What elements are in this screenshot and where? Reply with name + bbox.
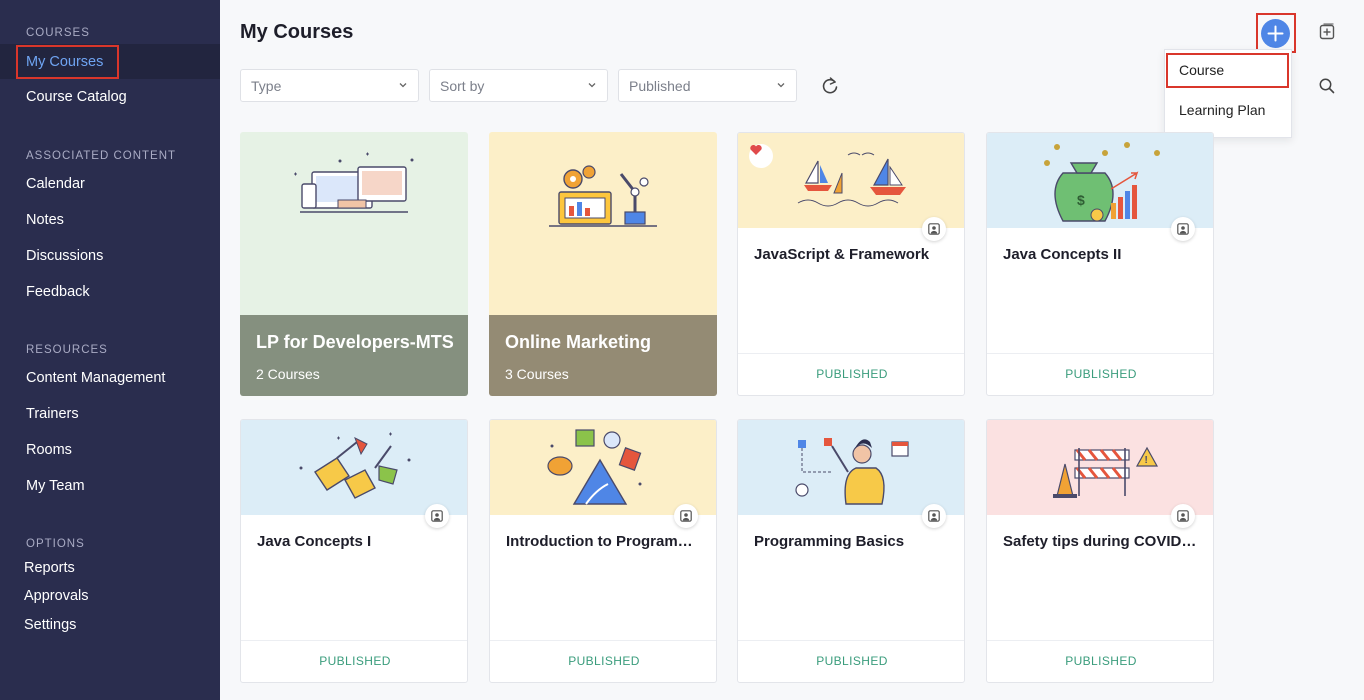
sort-filter-label: Sort by [440, 78, 485, 94]
type-filter-label: Type [251, 78, 282, 94]
course-card[interactable]: Introduction to Programming PUBLISHED [489, 419, 717, 683]
course-title: Java Concepts I [257, 533, 372, 550]
creative-tools-illustration [490, 420, 716, 515]
heart-icon [750, 144, 762, 155]
sidebar-item-notes[interactable]: Notes [26, 212, 64, 228]
sidebar-item-feedback[interactable]: Feedback [26, 284, 90, 300]
person-workflow-illustration [738, 420, 964, 515]
status-badge: PUBLISHED [319, 654, 391, 668]
course-card[interactable]: $ Java Concepts II PUBLISHED [986, 132, 1214, 396]
learning-plan-course-count: 3 Courses [505, 366, 569, 382]
axes-illustration [241, 420, 467, 515]
learning-plan-card[interactable]: Online Marketing 3 Courses [489, 132, 717, 396]
plus-icon [1267, 25, 1284, 42]
classroom-icon [431, 510, 443, 522]
add-button-highlight [1256, 13, 1296, 53]
status-filter-value: Published [629, 78, 691, 94]
status-badge: PUBLISHED [816, 654, 888, 668]
sidebar-item-my-team[interactable]: My Team [26, 478, 85, 494]
course-type-badge [1171, 504, 1195, 528]
sidebar-item-reports[interactable]: Reports [24, 560, 75, 576]
sidebar-item-course-catalog[interactable]: Course Catalog [26, 89, 127, 105]
card-divider [738, 640, 964, 641]
svg-text:$: $ [1077, 192, 1085, 208]
add-menu-item-learning-plan[interactable]: Learning Plan [1179, 102, 1265, 118]
devices-illustration [240, 132, 468, 315]
favorite-button[interactable] [749, 144, 773, 168]
card-divider [987, 353, 1213, 354]
add-button[interactable] [1261, 19, 1290, 48]
sidebar-heading-resources: RESOURCES [26, 344, 108, 356]
money-bag-illustration: $ [987, 133, 1213, 228]
chevron-down-icon [399, 83, 407, 88]
classroom-icon [928, 223, 940, 235]
chevron-down-icon [777, 83, 785, 88]
sidebar-item-settings[interactable]: Settings [24, 617, 76, 633]
card-divider [987, 640, 1213, 641]
status-badge: PUBLISHED [568, 654, 640, 668]
sidebar-item-content-management[interactable]: Content Management [26, 370, 165, 386]
status-badge: PUBLISHED [1065, 654, 1137, 668]
course-type-badge [425, 504, 449, 528]
status-filter[interactable]: Published [618, 69, 797, 102]
classroom-icon [1177, 510, 1189, 522]
chevron-down-icon [588, 83, 596, 88]
sailboats-illustration [738, 133, 964, 228]
sidebar-heading-options: OPTIONS [26, 538, 85, 550]
sidebar-item-approvals[interactable]: Approvals [24, 588, 88, 604]
course-title: Java Concepts II [1003, 246, 1122, 263]
course-type-badge [1171, 217, 1195, 241]
classroom-icon [928, 510, 940, 522]
card-divider [241, 640, 467, 641]
robot-arm-illustration [489, 132, 717, 315]
page-title: My Courses [240, 21, 354, 43]
course-title: JavaScript & Framework [754, 246, 930, 263]
sidebar-item-my-courses[interactable]: My Courses [16, 45, 119, 79]
add-menu-item-course[interactable]: Course [1179, 62, 1224, 78]
type-filter[interactable]: Type [240, 69, 419, 102]
add-menu: Course Learning Plan [1164, 49, 1292, 138]
sidebar-heading-associated-content: ASSOCIATED CONTENT [26, 150, 177, 162]
course-card[interactable]: Programming Basics PUBLISHED [737, 419, 965, 683]
search-icon[interactable] [1318, 77, 1336, 100]
card-divider [738, 353, 964, 354]
refresh-icon[interactable] [820, 76, 840, 101]
card-divider [490, 640, 716, 641]
course-type-badge [922, 504, 946, 528]
sidebar-item-trainers[interactable]: Trainers [26, 406, 79, 422]
sidebar-item-discussions[interactable]: Discussions [26, 248, 103, 264]
course-type-badge [674, 504, 698, 528]
learning-plan-title: Online Marketing [505, 332, 652, 352]
course-card[interactable]: ! Safety tips during COVID-19 PUBLISHED [986, 419, 1214, 683]
learning-plan-title: LP for Developers-MTS [256, 332, 454, 352]
sidebar-heading-courses: COURSES [26, 27, 90, 39]
course-card[interactable]: JavaScript & Framework PUBLISHED [737, 132, 965, 396]
sidebar-item-rooms[interactable]: Rooms [26, 442, 72, 458]
learning-plan-card[interactable]: LP for Developers-MTS 2 Courses [240, 132, 468, 396]
learning-plan-footer [240, 315, 468, 396]
status-badge: PUBLISHED [1065, 367, 1137, 381]
course-title: Introduction to Programming [506, 533, 702, 550]
course-title: Safety tips during COVID-19 [1003, 533, 1199, 550]
add-panel-icon[interactable] [1318, 23, 1336, 46]
course-type-badge [922, 217, 946, 241]
status-badge: PUBLISHED [816, 367, 888, 381]
svg-text:!: ! [1145, 455, 1148, 466]
learning-plan-footer [489, 315, 717, 396]
course-card[interactable]: Java Concepts I PUBLISHED [240, 419, 468, 683]
classroom-icon [680, 510, 692, 522]
learning-plan-course-count: 2 Courses [256, 366, 320, 382]
sidebar-item-calendar[interactable]: Calendar [26, 176, 85, 192]
sidebar: COURSES My Courses Course Catalog ASSOCI… [0, 0, 220, 700]
classroom-icon [1177, 223, 1189, 235]
road-barrier-illustration: ! [987, 420, 1213, 515]
course-title: Programming Basics [754, 533, 905, 550]
sort-filter[interactable]: Sort by [429, 69, 608, 102]
